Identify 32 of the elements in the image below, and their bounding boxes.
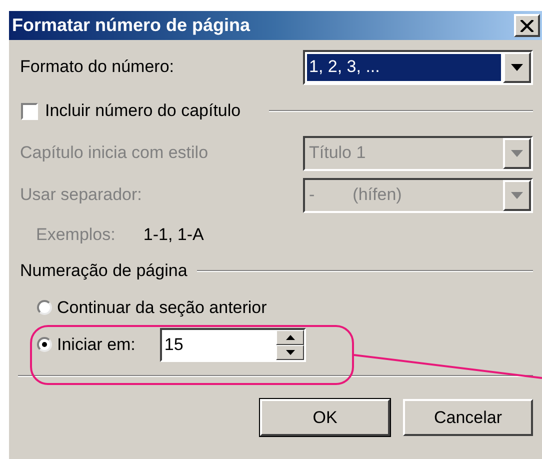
spinner-value: 15: [163, 334, 184, 356]
combo-value-note: (hífen): [352, 184, 402, 206]
window-title: Formatar número de página: [12, 14, 250, 37]
dropdown-button[interactable]: [503, 52, 531, 82]
dialog-button[interactable]: OK: [260, 399, 390, 436]
caret-icon: [511, 192, 523, 198]
separator-label: Usar separador:: [20, 184, 142, 206]
checkbox-label[interactable]: Incluir número do capítulo: [45, 98, 241, 124]
close-button[interactable]: [514, 14, 540, 37]
format-dropdown[interactable]: 1, 2, 3, ...: [303, 50, 533, 84]
combo-value: -: [309, 184, 315, 206]
examples-label: Exemplos:: [36, 224, 116, 246]
chapter-style-label: Capítulo inicia com estilo: [20, 142, 208, 164]
spin-down-button[interactable]: [276, 344, 304, 360]
number-spinner[interactable]: 15: [160, 328, 306, 362]
radio-label[interactable]: Iniciar em:: [57, 332, 136, 358]
down-arrow-icon: [286, 350, 295, 354]
checkbox[interactable]: [21, 102, 38, 120]
spin-up-button[interactable]: [276, 330, 304, 344]
combo-value: 1, 2, 3, ...: [309, 56, 380, 78]
examples-value: 1-1, 1-A: [143, 224, 204, 246]
caret-icon: [511, 150, 523, 156]
radio-button[interactable]: [37, 337, 52, 352]
radio-button[interactable]: [37, 300, 52, 315]
radio-label[interactable]: Continuar da seção anterior: [57, 294, 267, 320]
section-heading: Numeração de página: [20, 260, 188, 282]
combo-value: Título 1: [309, 142, 366, 164]
up-arrow-icon: [286, 334, 295, 340]
dialog-button[interactable]: Cancelar: [403, 399, 533, 436]
close-icon: [520, 20, 534, 32]
format-label: Formato do número:: [20, 56, 174, 78]
caret-icon: [511, 64, 523, 70]
